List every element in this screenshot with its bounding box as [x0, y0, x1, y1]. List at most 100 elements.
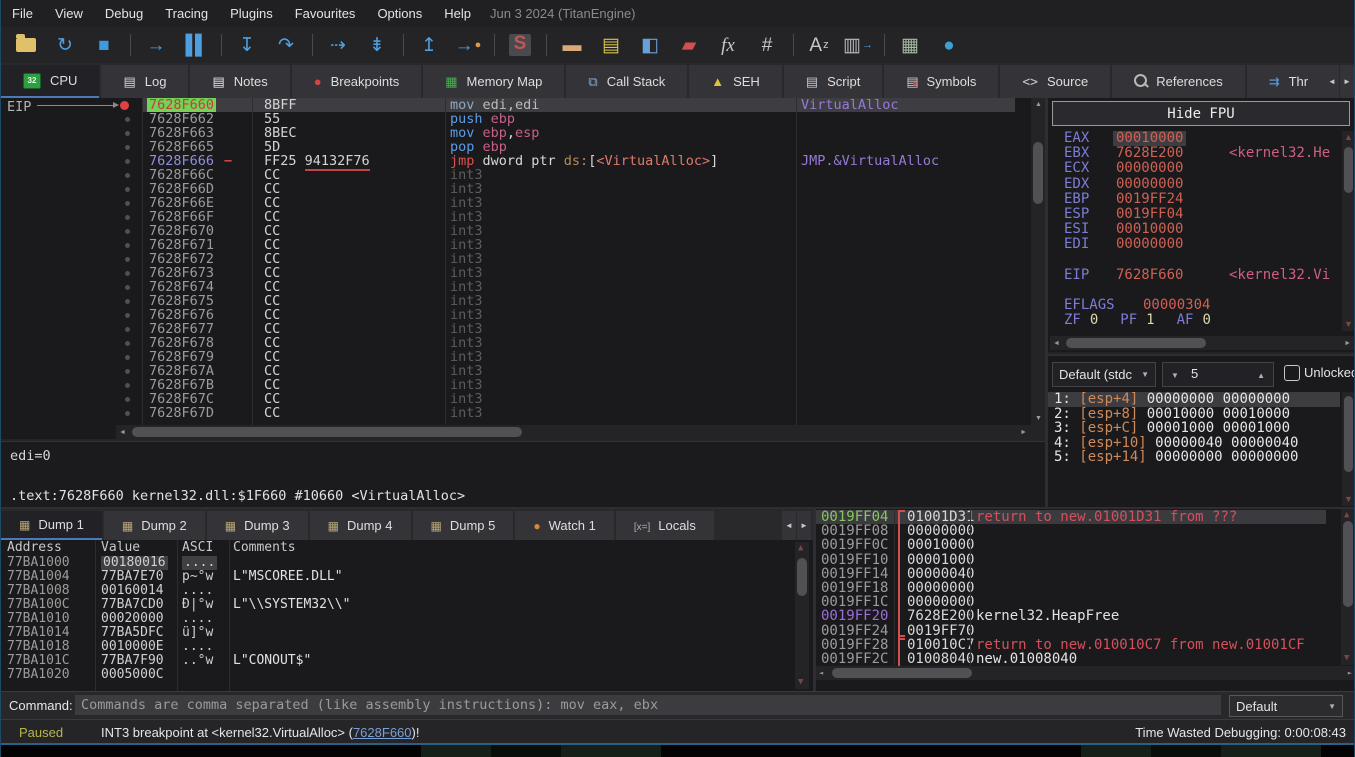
menu-item-favourites[interactable]: Favourites: [284, 0, 367, 27]
dump-value[interactable]: 00180016: [101, 556, 168, 570]
row-dot-icon[interactable]: [125, 131, 130, 136]
disasm-row[interactable]: 7628F666−FF25 94132F76jmp dword ptr ds:[…: [1, 154, 1030, 168]
row-dot-icon[interactable]: [125, 117, 130, 122]
register-value[interactable]: 7628F660: [1116, 268, 1183, 283]
command-input[interactable]: [75, 695, 1221, 715]
row-dot-icon[interactable]: [125, 383, 130, 388]
dump-row[interactable]: 77BA100477BA7E70p~°wL"MSCOREE.DLL": [1, 570, 813, 584]
dump-value[interactable]: 77BA7E70: [101, 570, 164, 584]
breakpoint-list-button[interactable]: ▰: [674, 31, 704, 59]
row-dot-icon[interactable]: [125, 313, 130, 318]
stack-value[interactable]: 0019FF70: [907, 624, 974, 638]
disasm-row[interactable]: 7628F679CCint3: [1, 350, 1030, 364]
unlocked-checkbox[interactable]: [1284, 365, 1300, 381]
dump-value[interactable]: 77BA5DFC: [101, 626, 164, 640]
step-over-button[interactable]: ↷: [271, 31, 301, 59]
dump-tab-dump-4[interactable]: ▦Dump 4: [310, 511, 411, 540]
arguments-vertical-scrollbar[interactable]: ▼: [1342, 392, 1355, 506]
registers-vertical-scrollbar[interactable]: ▲ ▼: [1342, 131, 1355, 331]
column-divider[interactable]: [796, 98, 797, 425]
disasm-row[interactable]: 7628F67CCCint3: [1, 392, 1030, 406]
flag-value[interactable]: 1: [1146, 312, 1154, 328]
tab-call-stack[interactable]: ⧉Call Stack: [566, 65, 687, 98]
register-row[interactable]: EDI00000000: [1048, 237, 1340, 252]
tab-references[interactable]: References: [1112, 65, 1244, 98]
tab-scroll-right-button[interactable]: ►: [1340, 65, 1354, 98]
disasm-row[interactable]: 7628F66CCCint3: [1, 168, 1030, 182]
scroll-left-arrow[interactable]: ◄: [1053, 340, 1060, 347]
disasm-row[interactable]: 7628F677CCint3: [1, 322, 1030, 336]
spinner-up-icon[interactable]: ▲: [1257, 371, 1265, 380]
tab-symbols[interactable]: ▤●Symbols: [884, 65, 998, 98]
disasm-row[interactable]: 7628F676CCint3: [1, 308, 1030, 322]
row-dot-icon[interactable]: [125, 201, 130, 206]
comments-button[interactable]: ▤: [596, 31, 626, 59]
scroll-up-arrow[interactable]: ▲: [1344, 511, 1349, 520]
labels-button[interactable]: ◧: [635, 31, 665, 59]
dump-tab-dump-1[interactable]: ▦Dump 1: [1, 511, 102, 540]
disasm-row[interactable]: 7628F6655Dpop ebp: [1, 140, 1030, 154]
row-dot-icon[interactable]: [125, 355, 130, 360]
row-dot-icon[interactable]: [125, 257, 130, 262]
column-divider[interactable]: [894, 509, 895, 665]
spinner-down-icon[interactable]: ▼: [1171, 371, 1179, 380]
column-divider[interactable]: [970, 509, 971, 665]
register-row[interactable]: [1048, 253, 1340, 268]
strings-button[interactable]: Az: [804, 31, 834, 59]
pause-button[interactable]: ▌▌: [180, 31, 210, 59]
register-value[interactable]: 00000000: [1116, 177, 1183, 192]
tab-thr[interactable]: ⇉Thr: [1247, 65, 1328, 98]
register-value[interactable]: 00000000: [1116, 237, 1183, 252]
column-divider[interactable]: [252, 98, 253, 425]
dump-tab-watch-1[interactable]: ●Watch 1: [515, 511, 613, 540]
disasm-horizontal-scrollbar[interactable]: ◄ ►: [116, 425, 1045, 439]
dump-value[interactable]: 00020000: [101, 612, 164, 626]
scroll-left-arrow[interactable]: ◄: [819, 670, 823, 677]
register-value[interactable]: 00010000: [1113, 131, 1186, 146]
dump-row[interactable]: 77BA10200005000C: [1, 668, 813, 682]
stack-value[interactable]: 01001D31: [907, 510, 974, 524]
dump-tab-dump-5[interactable]: ▦Dump 5: [413, 511, 514, 540]
disasm-row[interactable]: 7628F673CCint3: [1, 266, 1030, 280]
menu-item-options[interactable]: Options: [366, 0, 433, 27]
row-dot-icon[interactable]: [125, 159, 130, 164]
disasm-row[interactable]: 7628F67DCCint3: [1, 406, 1030, 420]
tab-notes[interactable]: ▤Notes: [190, 65, 289, 98]
stack-value[interactable]: 00010000: [907, 538, 974, 552]
row-dot-icon[interactable]: [125, 243, 130, 248]
flag-value[interactable]: 0: [1090, 312, 1098, 328]
row-dot-icon[interactable]: [125, 215, 130, 220]
status-address-link[interactable]: 7628F660: [353, 725, 412, 740]
disasm-vertical-scrollbar[interactable]: ▲ ▼: [1031, 98, 1045, 425]
disasm-row[interactable]: 7628F66DCCint3: [1, 182, 1030, 196]
dump-tab-dump-2[interactable]: ▦Dump 2: [104, 511, 205, 540]
register-value[interactable]: 0019FF04: [1116, 207, 1183, 222]
scroll-up-arrow[interactable]: ▲: [1035, 101, 1042, 108]
register-row[interactable]: EAX00010000: [1048, 131, 1340, 146]
tab-cpu[interactable]: 32CPU: [1, 65, 99, 98]
row-dot-icon[interactable]: [125, 369, 130, 374]
register-value[interactable]: 0019FF24: [1116, 192, 1183, 207]
trace-into-button[interactable]: ⇢: [323, 31, 353, 59]
stack-value[interactable]: 01008040: [907, 652, 974, 666]
register-row[interactable]: EBP0019FF24: [1048, 192, 1340, 207]
tab-scroll-left-button[interactable]: ◄: [1325, 65, 1339, 98]
scroll-right-arrow[interactable]: ►: [1020, 429, 1027, 436]
dump-vertical-scrollbar[interactable]: ▲ ▼: [795, 542, 809, 689]
dump-value[interactable]: 0010000E: [101, 640, 164, 654]
register-row[interactable]: ECX00000000: [1048, 161, 1340, 176]
stack-value[interactable]: 00000040: [907, 567, 974, 581]
register-value[interactable]: 7628E200: [1116, 146, 1183, 161]
register-row[interactable]: EIP7628F660<kernel32.Vi: [1048, 268, 1340, 283]
argument-row[interactable]: 1: [esp+4] 00000000 00000000: [1048, 392, 1340, 407]
row-dot-icon[interactable]: [125, 187, 130, 192]
disasm-row[interactable]: 7628F675CCint3: [1, 294, 1030, 308]
register-value[interactable]: 00000000: [1116, 161, 1183, 176]
step-into-button[interactable]: ↧: [232, 31, 262, 59]
dump-view[interactable]: Address Value ASCI Comments 77BA10000018…: [1, 540, 813, 691]
stack-value[interactable]: 00001000: [907, 553, 974, 567]
menu-item-debug[interactable]: Debug: [94, 0, 154, 27]
row-dot-icon[interactable]: [125, 145, 130, 150]
scroll-right-arrow[interactable]: ►: [1344, 340, 1351, 347]
disasm-row[interactable]: 7628F670CCint3: [1, 224, 1030, 238]
